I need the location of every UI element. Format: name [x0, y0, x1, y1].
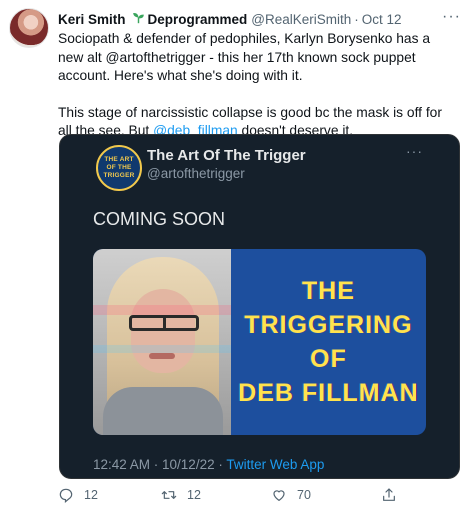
- share-button[interactable]: [381, 487, 407, 503]
- heart-icon: [273, 490, 285, 501]
- action-bar: 12 12 70: [58, 487, 418, 505]
- reply-button[interactable]: 12: [58, 487, 98, 503]
- quoted-tweet-meta: 12:42 AM · 10/12/22 · Twitter Web App: [93, 457, 324, 472]
- retweet-icon: [161, 491, 177, 499]
- quoted-media-image[interactable]: THE TRIGGERING OF DEB FILLMAN: [93, 249, 426, 435]
- tweet-text: Sociopath & defender of pedophiles, Karl…: [58, 30, 458, 141]
- quoted-author-name[interactable]: The Art Of The Trigger: [147, 147, 306, 164]
- quoted-tweet[interactable]: THE ART OF THE TRIGGER The Art Of The Tr…: [59, 134, 460, 479]
- like-button[interactable]: 70: [271, 487, 311, 503]
- like-count: 70: [297, 488, 311, 502]
- reply-count: 12: [84, 488, 98, 502]
- retweet-count: 12: [187, 488, 201, 502]
- quoted-tweet-text: COMING SOON: [93, 209, 226, 229]
- sprout-icon: [132, 11, 145, 27]
- media-title: THE TRIGGERING OF DEB FILLMAN: [238, 277, 419, 407]
- quoted-timestamp[interactable]: 12:42 AM · 10/12/22 ·: [93, 457, 226, 472]
- retweet-button[interactable]: 12: [161, 487, 201, 503]
- quoted-more-options-button[interactable]: ···: [406, 143, 423, 159]
- author-name-suffix: Deprogrammed: [147, 11, 248, 27]
- quoted-author-handle[interactable]: @artofthetrigger: [147, 166, 245, 181]
- separator: ·: [354, 11, 359, 27]
- tweet-header: Keri Smith Deprogrammed @RealKeriSmith ·…: [58, 9, 461, 29]
- tweet-paragraph-1: Sociopath & defender of pedophiles, Karl…: [58, 31, 430, 83]
- author-name[interactable]: Keri Smith: [58, 12, 126, 27]
- reply-icon: [59, 488, 73, 503]
- tweet-date[interactable]: Oct 12: [362, 12, 402, 27]
- more-options-button[interactable]: ···: [442, 8, 461, 26]
- portrait-photo: [93, 249, 231, 435]
- source-app-link[interactable]: Twitter Web App: [226, 457, 324, 472]
- author-avatar[interactable]: [9, 8, 49, 48]
- share-icon: [383, 488, 395, 501]
- quoted-author-avatar[interactable]: THE ART OF THE TRIGGER: [96, 145, 142, 191]
- author-handle[interactable]: @RealKeriSmith: [251, 12, 351, 27]
